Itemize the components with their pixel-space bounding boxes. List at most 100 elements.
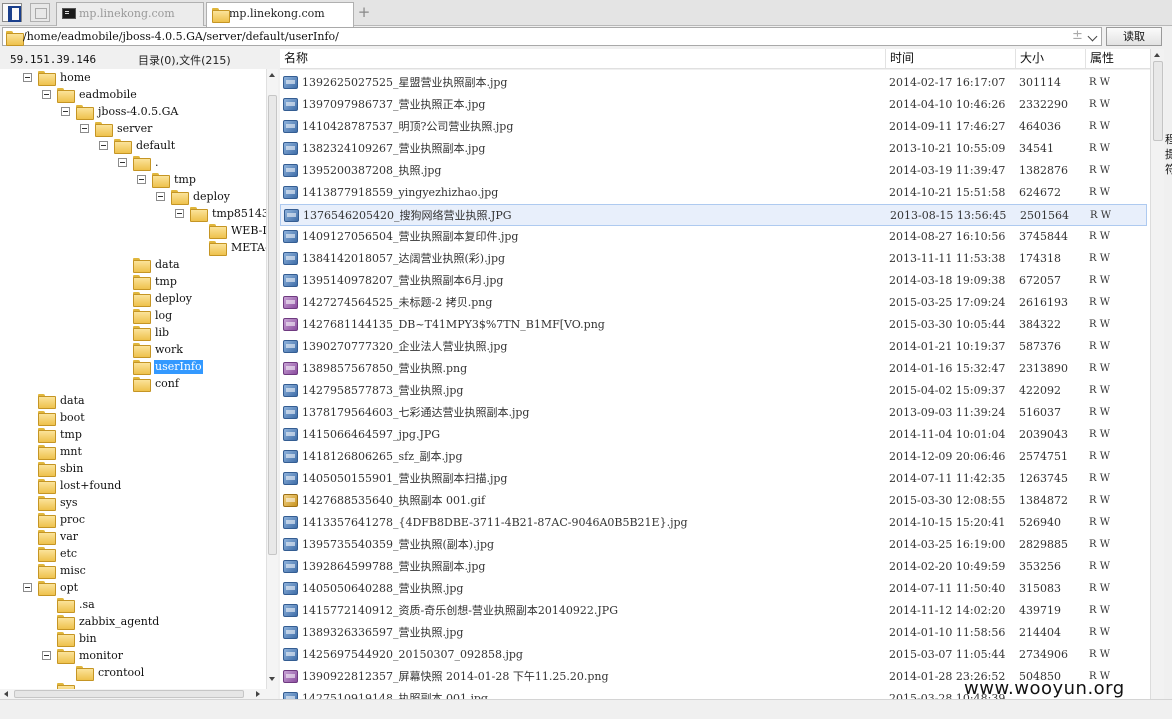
status-bar: [0, 699, 1172, 719]
chevron-down-icon[interactable]: [1087, 31, 1098, 42]
file-size: 587376: [1019, 340, 1061, 353]
tree-node-label: etc: [60, 547, 78, 560]
file-row[interactable]: 1405050155901_营业执照副本扫描.jpg 2014-07-11 11:…: [280, 468, 1147, 490]
collapse-toggle-icon[interactable]: [156, 192, 165, 201]
tab-file-manager[interactable]: mp.linekong.com: [206, 2, 354, 27]
path-input[interactable]: /home/eadmobile/jboss-4.0.5.GA/server/de…: [2, 27, 1102, 46]
file-row[interactable]: 1415772140912_资质-奇乐创想-营业执照副本20140922.JPG…: [280, 600, 1147, 622]
file-name: 1397097986737_营业执照正本.jpg: [302, 98, 486, 111]
file-row[interactable]: 1418126806265_sfz_副本.jpg 2014-12-09 20:06…: [280, 446, 1147, 468]
read-button[interactable]: 读取: [1106, 27, 1162, 46]
directory-tree[interactable]: home eadmobile jboss-4.0.5.GA server default…: [0, 69, 266, 689]
file-attributes: R W: [1089, 275, 1110, 286]
collapse-toggle-icon[interactable]: [80, 124, 89, 133]
jpg-file-icon: [283, 472, 298, 485]
file-row[interactable]: 1395735540359_营业执照(副本).jpg 2014-03-25 16:…: [280, 534, 1147, 556]
file-row[interactable]: 1376546205420_搜狗网络营业执照.JPG 2013-08-15 13:…: [280, 204, 1147, 226]
plus-icon[interactable]: ±: [1072, 28, 1083, 43]
file-row[interactable]: 1395200387208_执照.jpg 2014-03-19 11:39:47 1…: [280, 160, 1147, 182]
file-row[interactable]: 1395140978207_营业执照副本6月.jpg 2014-03-18 19:…: [280, 270, 1147, 292]
tree-node-label: tmp: [60, 428, 82, 441]
folder-icon: [76, 666, 94, 681]
collapse-toggle-icon[interactable]: [42, 651, 51, 660]
window-button[interactable]: [30, 3, 50, 22]
file-row[interactable]: 1389326336597_营业执照.jpg 2014-01-10 11:58:5…: [280, 622, 1147, 644]
tree-node-label: META-I: [231, 241, 266, 254]
tree-horizontal-scrollbar[interactable]: [0, 689, 278, 699]
file-row[interactable]: 1427958577873_营业执照.jpg 2015-04-02 15:09:3…: [280, 380, 1147, 402]
file-name: 1405050155901_营业执照副本扫描.jpg: [302, 472, 508, 485]
file-size: 3745844: [1019, 230, 1068, 243]
file-size: 2616193: [1019, 296, 1068, 309]
file-row[interactable]: 1397097986737_营业执照正本.jpg 2014-04-10 10:46…: [280, 94, 1147, 116]
jpg-file-icon: [283, 142, 298, 155]
file-attributes: R W: [1089, 627, 1110, 638]
collapse-toggle-icon[interactable]: [42, 90, 51, 99]
file-name: 1427958577873_营业执照.jpg: [302, 384, 464, 397]
file-size: 301114: [1019, 76, 1061, 89]
column-header-size[interactable]: 大小: [1016, 49, 1086, 68]
column-header-time[interactable]: 时间: [886, 49, 1016, 68]
scroll-left-arrow-icon[interactable]: [4, 691, 8, 697]
server-ip: 59.151.39.146: [10, 53, 97, 66]
file-attributes: R W: [1089, 319, 1110, 330]
file-row[interactable]: 1392864599788_营业执照副本.jpg 2014-02-20 10:49…: [280, 556, 1147, 578]
scroll-thumb[interactable]: [14, 690, 244, 698]
gif-file-icon: [283, 494, 298, 507]
sidebar-toggle-button[interactable]: [2, 3, 22, 22]
jpg-file-icon: [283, 516, 298, 529]
file-row[interactable]: 1384142018057_达阔营业执照(彩).jpg 2013-11-11 11…: [280, 248, 1147, 270]
tab-terminal[interactable]: mp.linekong.com: [56, 2, 204, 26]
jpg-file-icon: [283, 76, 298, 89]
file-name: 1427274564525_未标题-2 拷贝.png: [302, 296, 493, 309]
scroll-up-arrow-icon[interactable]: [269, 73, 275, 77]
file-list[interactable]: 1392625027525_星盟营业执照副本.jpg 2014-02-17 16:…: [280, 70, 1150, 699]
file-name: 1390922812357_屏幕快照 2014-01-28 下午11.25.20…: [302, 670, 609, 683]
scroll-up-arrow-icon[interactable]: [1154, 53, 1160, 57]
file-size: 464036: [1019, 120, 1061, 133]
file-row[interactable]: 1413357641278_{4DFB8DBE-3711-4B21-87AC-9…: [280, 512, 1147, 534]
tree-node-label: boot: [60, 411, 85, 424]
file-row[interactable]: 1409127056504_营业执照副本复印件.jpg 2014-08-27 16…: [280, 226, 1147, 248]
file-attributes: R W: [1089, 539, 1110, 550]
file-attributes: R W: [1089, 231, 1110, 242]
collapse-toggle-icon[interactable]: [99, 141, 108, 150]
column-header-attributes[interactable]: 属性: [1086, 49, 1150, 68]
collapse-toggle-icon[interactable]: [23, 583, 32, 592]
file-row[interactable]: 1389857567850_营业执照.png 2014-01-16 15:32:4…: [280, 358, 1147, 380]
tab-bar: mp.linekong.com mp.linekong.com +: [0, 0, 1172, 27]
file-row[interactable]: 1413877918559_yingyezhizhao.jpg 2014-10-2…: [280, 182, 1147, 204]
file-row[interactable]: 1405050640288_营业执照.jpg 2014-07-11 11:50:4…: [280, 578, 1147, 600]
collapse-toggle-icon[interactable]: [137, 175, 146, 184]
file-row[interactable]: 1382324109267_营业执照副本.jpg 2013-10-21 10:55…: [280, 138, 1147, 160]
clipped-side-text: 符: [1165, 163, 1172, 176]
file-attributes: R W: [1089, 495, 1110, 506]
file-row[interactable]: 1427681144135_DB~T41MPY3$%7TN_B1MF[VO.pn…: [280, 314, 1147, 336]
collapse-toggle-icon[interactable]: [61, 107, 70, 116]
file-row[interactable]: 1392625027525_星盟营业执照副本.jpg 2014-02-17 16:…: [280, 72, 1147, 94]
file-row[interactable]: 1378179564603_七彩通达营业执照副本.jpg 2013-09-03 1…: [280, 402, 1147, 424]
collapse-toggle-icon[interactable]: [175, 209, 184, 218]
folder-icon: [76, 105, 94, 120]
file-row[interactable]: 1425697544920_20150307_092858.jpg 2015-03…: [280, 644, 1147, 666]
file-row[interactable]: 1390270777320_企业法人营业执照.jpg 2014-01-21 10:…: [280, 336, 1147, 358]
file-row[interactable]: 1415066464597_jpg.JPG 2014-11-04 10:01:04…: [280, 424, 1147, 446]
column-header-name[interactable]: 名称: [280, 49, 886, 68]
file-attributes: R W: [1089, 121, 1110, 132]
file-row[interactable]: 1427274564525_未标题-2 拷贝.png 2015-03-25 17:…: [280, 292, 1147, 314]
collapse-toggle-icon[interactable]: [23, 73, 32, 82]
scroll-thumb[interactable]: [1153, 61, 1163, 141]
scroll-down-arrow-icon[interactable]: [269, 677, 275, 681]
collapse-toggle-icon[interactable]: [118, 158, 127, 167]
file-row[interactable]: 1410428787537_明顶?公司营业执照.jpg 2014-09-11 17…: [280, 116, 1147, 138]
scroll-right-arrow-icon[interactable]: [256, 691, 260, 697]
new-tab-button[interactable]: +: [356, 4, 372, 20]
tree-node-label: server: [117, 122, 153, 135]
file-size: 353256: [1019, 560, 1061, 573]
file-name: 1415066464597_jpg.JPG: [302, 428, 441, 441]
tree-vertical-scrollbar[interactable]: [266, 69, 278, 689]
file-list-scrollbar[interactable]: [1150, 49, 1164, 699]
file-row[interactable]: 1427688535640_执照副本 001.gif 2015-03-30 12:…: [280, 490, 1147, 512]
scroll-thumb[interactable]: [268, 95, 277, 555]
file-time: 2014-01-16 15:32:47: [889, 362, 1006, 375]
